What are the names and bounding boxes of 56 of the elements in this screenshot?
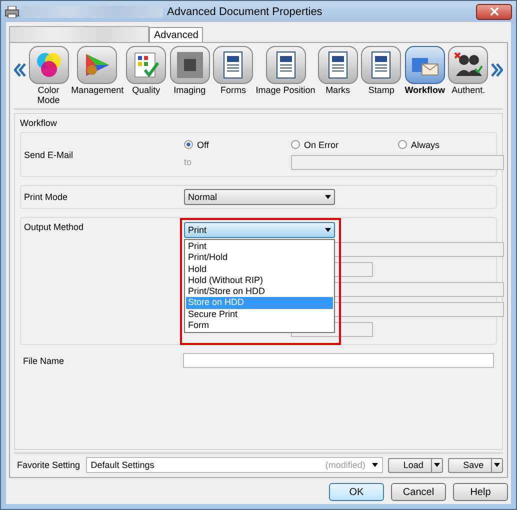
- dropdown-option[interactable]: Print/Hold: [186, 252, 333, 264]
- scroll-right-icon[interactable]: [490, 63, 503, 77]
- caret-icon: [434, 463, 440, 467]
- split-button[interactable]: Load: [388, 458, 444, 472]
- dropdown[interactable]: Print: [184, 222, 335, 238]
- category-label: Management: [71, 85, 124, 95]
- dropdown-option[interactable]: Print: [186, 241, 333, 252]
- caret-icon: [325, 195, 331, 199]
- input-field[interactable]: [291, 154, 504, 170]
- scroll-left-icon[interactable]: [14, 63, 26, 77]
- category-label: Quality: [132, 85, 160, 95]
- caret-icon: [372, 463, 378, 467]
- split-button[interactable]: Save: [448, 458, 503, 472]
- close-icon: [490, 7, 498, 16]
- section-title: Workflow: [20, 118, 58, 128]
- dropdown-option[interactable]: Hold: [186, 264, 333, 275]
- category-label: Color Mode: [37, 85, 60, 105]
- field-label: Send E-Mail: [24, 150, 74, 160]
- field-label: Output Method: [24, 222, 85, 232]
- printer-icon: [5, 6, 19, 18]
- dropdown-option[interactable]: Secure Print: [186, 308, 333, 320]
- dialog-button[interactable]: OK: [329, 483, 384, 501]
- tab[interactable]: Advanced: [149, 27, 204, 42]
- category-label: Marks: [326, 85, 350, 95]
- radio-option[interactable]: Off: [184, 140, 291, 150]
- input-field[interactable]: [183, 353, 494, 368]
- field-label: to: [184, 157, 193, 167]
- favorite-dropdown[interactable]: Default Settings (modified): [86, 457, 384, 473]
- field-label: File Name: [23, 356, 66, 366]
- radio-label: Off: [197, 140, 209, 150]
- blurred-tab[interactable]: [9, 26, 149, 42]
- dropdown-option[interactable]: Hold (Without RIP): [186, 274, 333, 286]
- window-title: Advanced Document Properties: [167, 6, 322, 18]
- category-label: Image Position: [256, 85, 316, 95]
- pattern-square-icon: [174, 50, 205, 80]
- category-label: Stamp: [368, 85, 394, 95]
- category-label: Imaging: [174, 85, 206, 95]
- close-button[interactable]: [476, 4, 512, 20]
- dropdown-value: Default Settings: [90, 460, 154, 470]
- category-label: Workflow: [404, 85, 446, 95]
- dialog-button[interactable]: Cancel: [391, 483, 446, 501]
- radio-option[interactable]: Always: [398, 140, 505, 150]
- caret-icon: [325, 228, 331, 232]
- category-label: Authent.: [452, 85, 486, 95]
- radio-label: On Error: [304, 140, 339, 150]
- caret-icon: [494, 463, 500, 467]
- dialog-button[interactable]: Help: [453, 483, 508, 501]
- field-label: Print Mode: [24, 192, 69, 202]
- dropdown-option[interactable]: Print/Store on HDD: [186, 286, 333, 298]
- modified-note: (modified): [325, 460, 366, 470]
- radio-label: Always: [411, 140, 440, 150]
- dropdown-option[interactable]: Form: [186, 320, 333, 332]
- radio-option[interactable]: On Error: [291, 140, 398, 150]
- category-label: Forms: [220, 85, 246, 95]
- field-label: Favorite Setting: [17, 460, 81, 470]
- dropdown[interactable]: Normal: [184, 189, 335, 205]
